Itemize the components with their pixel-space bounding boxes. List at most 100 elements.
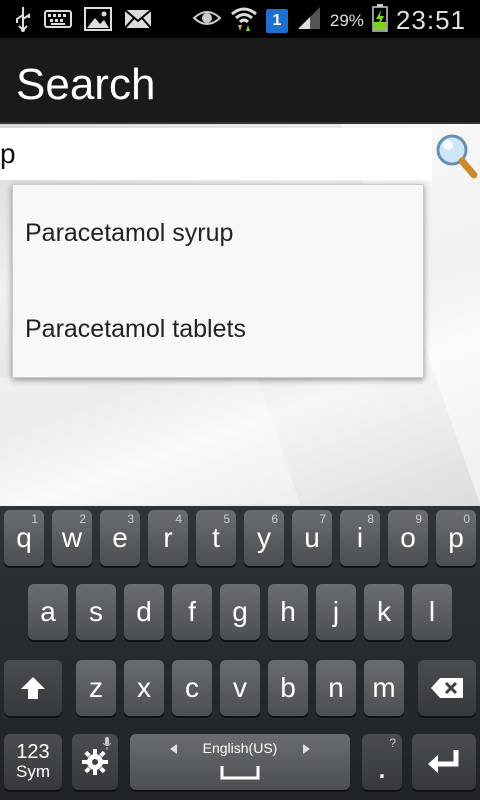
status-bar-left bbox=[14, 6, 152, 37]
symbols-key-label: 123 bbox=[16, 741, 50, 763]
key-hint: 0 bbox=[463, 512, 470, 526]
key-b[interactable]: b bbox=[268, 660, 308, 716]
key-e[interactable]: e3 bbox=[100, 510, 140, 566]
key-hint: 1 bbox=[31, 512, 38, 526]
key-label: w bbox=[61, 522, 83, 553]
mic-icon bbox=[102, 737, 112, 754]
backspace-icon bbox=[431, 678, 463, 698]
key-l[interactable]: l bbox=[412, 584, 452, 640]
key-label: p bbox=[448, 522, 464, 553]
key-label: q bbox=[16, 522, 32, 553]
key-w[interactable]: w2 bbox=[52, 510, 92, 566]
key-z[interactable]: z bbox=[76, 660, 116, 716]
suggestion-item[interactable]: Paracetamol tablets bbox=[13, 281, 423, 377]
enter-key[interactable] bbox=[412, 734, 476, 790]
key-label: f bbox=[188, 596, 196, 627]
search-button[interactable] bbox=[434, 130, 480, 182]
status-bar: 1 29% 23:51 bbox=[0, 0, 480, 38]
key-label: . bbox=[377, 747, 387, 786]
key-label: h bbox=[280, 596, 296, 627]
clock: 23:51 bbox=[395, 5, 466, 35]
key-i[interactable]: i8 bbox=[340, 510, 380, 566]
symbols-key-sublabel: Sym bbox=[16, 762, 50, 781]
key-label: i bbox=[356, 522, 364, 553]
key-f[interactable]: f bbox=[172, 584, 212, 640]
search-input[interactable] bbox=[0, 128, 432, 180]
key-o[interactable]: o9 bbox=[388, 510, 428, 566]
key-label: g bbox=[232, 596, 248, 627]
key-label: y bbox=[257, 522, 271, 553]
mail-icon bbox=[124, 9, 152, 34]
key-label: v bbox=[233, 672, 247, 703]
key-y[interactable]: y6 bbox=[244, 510, 284, 566]
image-icon bbox=[84, 7, 112, 36]
eye-icon bbox=[192, 8, 222, 33]
key-x[interactable]: x bbox=[124, 660, 164, 716]
shift-arrow-icon bbox=[21, 677, 45, 699]
key-hint: ? bbox=[389, 736, 396, 750]
key-hint: 3 bbox=[127, 512, 134, 526]
key-hint: 8 bbox=[367, 512, 374, 526]
key-v[interactable]: v bbox=[220, 660, 260, 716]
key-label: o bbox=[400, 522, 416, 553]
magnifier-icon bbox=[436, 134, 478, 179]
action-bar: Search bbox=[0, 38, 480, 124]
key-hint: 2 bbox=[79, 512, 86, 526]
key-label: e bbox=[112, 522, 128, 553]
key-q[interactable]: q1 bbox=[4, 510, 44, 566]
usb-icon bbox=[14, 6, 32, 37]
key-label: u bbox=[304, 522, 320, 553]
key-label: d bbox=[136, 596, 152, 627]
key-d[interactable]: d bbox=[124, 584, 164, 640]
battery-icon bbox=[372, 4, 388, 37]
key-h[interactable]: h bbox=[268, 584, 308, 640]
key-label: j bbox=[332, 596, 340, 627]
key-label: l bbox=[428, 596, 436, 627]
key-hint: 7 bbox=[319, 512, 326, 526]
suggestion-dropdown: Paracetamol syrup Paracetamol tablets bbox=[12, 184, 424, 378]
period-key[interactable]: . ? bbox=[362, 734, 402, 790]
enter-icon bbox=[428, 750, 459, 773]
key-label: k bbox=[377, 596, 391, 627]
soft-keyboard: q1 w2 e3 r4 t5 y6 u7 i8 o9 p0 a s d f g … bbox=[0, 506, 480, 800]
key-c[interactable]: c bbox=[172, 660, 212, 716]
key-label: r bbox=[163, 522, 173, 553]
key-hint: 4 bbox=[175, 512, 182, 526]
symbols-key[interactable]: 123 Sym bbox=[4, 734, 62, 790]
notification-count-badge: 1 bbox=[265, 8, 288, 33]
keyboard-icon bbox=[44, 10, 72, 33]
key-label: s bbox=[89, 596, 103, 627]
key-label: x bbox=[137, 672, 151, 703]
language-label: English(US) bbox=[202, 740, 278, 756]
key-j[interactable]: j bbox=[316, 584, 356, 640]
key-t[interactable]: t5 bbox=[196, 510, 236, 566]
key-label: c bbox=[185, 672, 199, 703]
search-content: Paracetamol syrup Paracetamol tablets bbox=[0, 124, 480, 506]
page-title: Search bbox=[16, 60, 156, 109]
key-hint: 6 bbox=[271, 512, 278, 526]
key-label: b bbox=[280, 672, 296, 703]
shift-key[interactable] bbox=[4, 660, 62, 716]
key-label: t bbox=[212, 522, 220, 553]
signal-icon bbox=[296, 5, 322, 36]
key-hint: 5 bbox=[223, 512, 230, 526]
language-right-arrow-icon bbox=[303, 744, 310, 754]
backspace-key[interactable] bbox=[418, 660, 476, 716]
status-bar-right: 1 29% 23:51 bbox=[192, 4, 466, 37]
key-a[interactable]: a bbox=[28, 584, 68, 640]
key-s[interactable]: s bbox=[76, 584, 116, 640]
settings-key[interactable] bbox=[72, 734, 118, 790]
key-label: z bbox=[89, 672, 103, 703]
key-label: n bbox=[328, 672, 344, 703]
key-r[interactable]: r4 bbox=[148, 510, 188, 566]
suggestion-item[interactable]: Paracetamol syrup bbox=[13, 185, 423, 281]
space-bar-icon bbox=[220, 766, 260, 780]
key-n[interactable]: n bbox=[316, 660, 356, 716]
space-key[interactable]: English(US) bbox=[130, 734, 350, 790]
key-m[interactable]: m bbox=[364, 660, 404, 716]
key-u[interactable]: u7 bbox=[292, 510, 332, 566]
battery-percentage: 29% bbox=[329, 10, 364, 30]
key-k[interactable]: k bbox=[364, 584, 404, 640]
key-p[interactable]: p0 bbox=[436, 510, 476, 566]
key-g[interactable]: g bbox=[220, 584, 260, 640]
